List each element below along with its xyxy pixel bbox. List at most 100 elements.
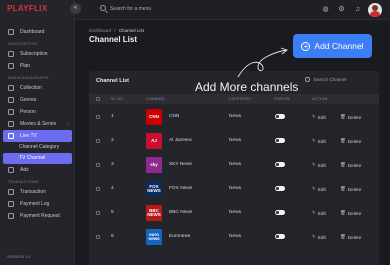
edit-button[interactable]: ✎ Edit — [312, 210, 326, 216]
edit-label: Edit — [317, 162, 326, 168]
notification-bell-icon[interactable]: ♫ — [354, 6, 361, 13]
table-row: 3 sky SKY News News ✎ Edit 🗑 Delete — [89, 153, 379, 177]
sidebar-item-payment-request[interactable]: Payment Request — [0, 210, 75, 222]
delete-button[interactable]: 🗑 Delete — [340, 234, 361, 240]
breadcrumb-separator: / — [114, 28, 116, 33]
edit-label: Edit — [317, 234, 326, 240]
delete-button[interactable]: 🗑 Delete — [340, 114, 361, 120]
sidebar-subitem-tv-channel[interactable]: TV Channel — [3, 153, 72, 164]
app-logo[interactable]: PLAYFLIX — [7, 4, 47, 13]
collapse-sidebar-icon[interactable]: « — [70, 3, 81, 14]
plan-icon — [8, 63, 14, 69]
annotation-arrow — [237, 47, 288, 78]
edit-icon: ✎ — [312, 234, 316, 239]
row-checkbox[interactable] — [96, 187, 100, 191]
channel-search-input[interactable]: Search Channel — [314, 77, 347, 82]
sidebar-item-plan[interactable]: Plan — [0, 60, 75, 72]
payment-request-icon — [8, 213, 14, 219]
sidebar-item-label: Genres — [20, 97, 37, 103]
channel-logo: CNN — [146, 109, 162, 125]
settings-icon[interactable]: ⚙ — [338, 6, 345, 13]
trash-icon: 🗑 — [340, 234, 346, 239]
trash-icon: 🗑 — [340, 138, 346, 143]
sidebar-item-subscription[interactable]: Subscription — [0, 48, 75, 60]
status-toggle[interactable] — [275, 162, 285, 167]
row-checkbox[interactable] — [96, 235, 100, 239]
edit-button[interactable]: ✎ Edit — [312, 162, 326, 168]
edit-icon: ✎ — [312, 138, 316, 143]
sidebar-item-label: Payment Request — [20, 213, 60, 219]
sidebar-item-payment-log[interactable]: Payment Log — [0, 198, 75, 210]
add-channel-button[interactable]: + Add Channel — [293, 34, 372, 58]
sidebar-item-person[interactable]: Person — [0, 106, 75, 118]
status-toggle[interactable] — [275, 114, 285, 119]
edit-button[interactable]: ✎ Edit — [312, 138, 326, 144]
channel-name: Euronews — [169, 234, 191, 239]
channel-category: News — [229, 114, 241, 119]
row-checkbox[interactable] — [96, 139, 100, 143]
sidebar-item-label: Movies & Series — [20, 121, 57, 127]
menu-search-input[interactable]: Search for a menu — [110, 6, 151, 12]
search-icon[interactable] — [100, 5, 106, 11]
channel-category: News — [229, 186, 241, 191]
delete-button[interactable]: 🗑 Delete — [340, 138, 361, 144]
channel-search[interactable]: Search Channel — [305, 77, 346, 82]
sidebar-section-label: Media Management — [8, 76, 50, 80]
status-toggle[interactable] — [275, 186, 285, 191]
edit-button[interactable]: ✎ Edit — [312, 234, 326, 240]
row-checkbox[interactable] — [96, 163, 100, 167]
table-header: SL NO. Channel Category Status Action — [89, 94, 379, 104]
breadcrumb-current: Channel List — [118, 28, 144, 33]
breadcrumb-dashboard[interactable]: Dashboard — [89, 28, 111, 33]
row-checkbox[interactable] — [96, 211, 100, 215]
sidebar-item-genres[interactable]: Genres — [0, 94, 75, 106]
delete-label: Delete — [347, 138, 362, 144]
plus-circle-icon: + — [301, 41, 311, 51]
sidebar-item-label: Person — [20, 109, 36, 115]
delete-button[interactable]: 🗑 Delete — [340, 186, 361, 192]
chevron-icon: › — [67, 121, 69, 127]
sidebar-item-label: Plan — [20, 63, 31, 69]
channel-logo: sky — [146, 157, 162, 173]
column-status: Status — [274, 97, 290, 101]
row-sl-no: 3 — [111, 162, 114, 167]
movies-icon — [8, 121, 14, 127]
status-toggle[interactable] — [275, 138, 285, 143]
trash-icon: 🗑 — [340, 162, 346, 167]
delete-button[interactable]: 🗑 Delete — [340, 162, 361, 168]
edit-icon: ✎ — [312, 162, 316, 167]
sidebar-item-live-tv[interactable]: Live TV ⌄ — [3, 130, 72, 142]
select-all-checkbox[interactable] — [96, 97, 100, 101]
channel-table-card: Channel List Search Channel SL NO. Chann… — [89, 71, 379, 265]
annotation-text: Add More channels — [195, 80, 299, 94]
chevron-icon: ⌄ — [61, 133, 66, 139]
trash-icon: 🗑 — [340, 186, 346, 191]
edit-button[interactable]: ✎ Edit — [312, 114, 326, 120]
ads-icon — [8, 167, 14, 173]
edit-icon: ✎ — [312, 210, 316, 215]
sidebar: PLAYFLIX Dashboard Subscription Subscripti… — [0, 0, 75, 265]
sidebar-item-movies-series[interactable]: Movies & Series › — [0, 118, 75, 130]
channel-category: News — [229, 234, 241, 239]
row-sl-no: 2 — [111, 138, 114, 143]
channel-category: News — [229, 162, 241, 167]
table-row: 1 CNN CNN News ✎ Edit 🗑 Delete — [89, 105, 379, 129]
dashboard-icon — [8, 29, 14, 35]
search-icon — [305, 77, 310, 82]
edit-button[interactable]: ✎ Edit — [312, 186, 326, 192]
status-toggle[interactable] — [275, 210, 285, 215]
status-toggle[interactable] — [275, 234, 285, 239]
user-avatar[interactable] — [368, 3, 382, 17]
row-checkbox[interactable] — [96, 115, 100, 119]
row-sl-no: 6 — [111, 234, 114, 239]
language-icon[interactable]: ◍ — [322, 6, 329, 13]
top-bar: Search for a menu ◍ ⚙ ♫ — [75, 0, 390, 20]
transaction-icon — [8, 189, 14, 195]
sidebar-subitem-channel-category[interactable]: Channel Category — [3, 142, 72, 153]
live-tv-icon — [8, 133, 14, 139]
sidebar-item-dashboard[interactable]: Dashboard — [0, 26, 75, 38]
delete-button[interactable]: 🗑 Delete — [340, 210, 361, 216]
sidebar-item-ads[interactable]: Ads — [0, 164, 75, 176]
sidebar-item-collection[interactable]: Collection — [0, 82, 75, 94]
sidebar-item-transaction[interactable]: Transaction — [0, 186, 75, 198]
